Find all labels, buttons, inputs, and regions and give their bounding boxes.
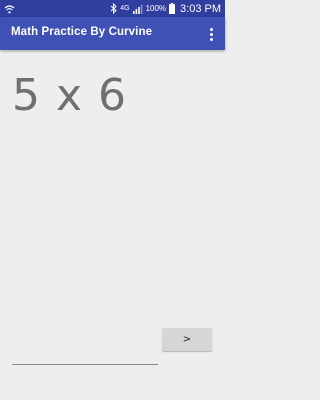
- signal-icon: [132, 4, 142, 14]
- answer-input[interactable]: [12, 346, 158, 365]
- lte-icon: 4G: [120, 5, 130, 12]
- status-left: [4, 2, 15, 15]
- clock: 3:03 PM: [180, 2, 221, 15]
- app-title: Math Practice By Curvine: [11, 26, 153, 38]
- battery-icon: [169, 3, 176, 14]
- more-vert-icon[interactable]: [202, 23, 220, 45]
- status-bar: 4G 100% 3:03 PM: [0, 0, 225, 17]
- next-button[interactable]: >: [162, 328, 212, 351]
- wifi-icon: [4, 4, 15, 13]
- overflow-dot: [209, 27, 213, 31]
- battery-percent: 100%: [145, 4, 167, 13]
- overflow-dot: [209, 37, 213, 41]
- math-problem: 5 x 6: [12, 70, 127, 121]
- bluetooth-icon: [110, 3, 117, 14]
- app-bar: Math Practice By Curvine: [0, 17, 225, 50]
- overflow-dot: [209, 32, 213, 36]
- status-right: 4G 100% 3:03 PM: [110, 1, 221, 16]
